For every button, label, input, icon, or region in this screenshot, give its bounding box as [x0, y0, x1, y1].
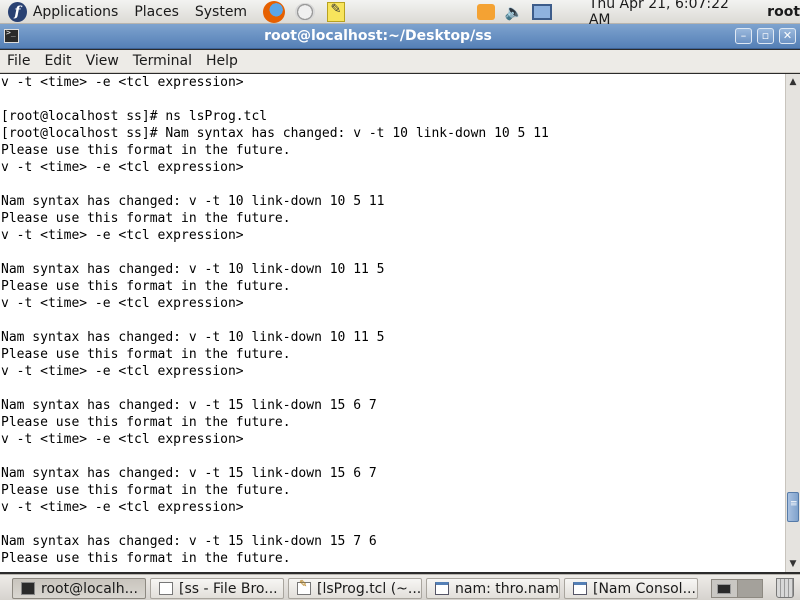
user-name[interactable]: root: [767, 4, 800, 20]
firefox-launcher[interactable]: [263, 0, 286, 23]
menu-terminal[interactable]: Terminal: [126, 53, 199, 69]
trash-icon[interactable]: [776, 578, 794, 598]
window-title: root@localhost:~/Desktop/ss: [264, 28, 492, 44]
rss-icon[interactable]: [475, 2, 497, 22]
terminal-line: Please use this format in the future.: [1, 143, 291, 158]
bottom-panel: root@localh... [ss - File Bro... [lsProg…: [0, 574, 800, 600]
window-icon: [573, 582, 587, 595]
terminal-line: Nam syntax has changed: v -t 10 link-dow…: [1, 262, 385, 277]
workspace-1[interactable]: [712, 580, 737, 597]
menu-places[interactable]: Places: [134, 4, 179, 20]
terminal-icon: [21, 582, 35, 595]
terminal-line: v -t <time> -e <tcl expression>: [1, 296, 244, 311]
terminal-line: Please use this format in the future.: [1, 415, 291, 430]
taskbar-item-label: [Nam Consol...: [593, 580, 696, 597]
taskbar-item-label: [lsProg.tcl (~...: [317, 580, 422, 597]
terminal-line: Nam syntax has changed: v -t 15 link-dow…: [1, 534, 377, 549]
scroll-thumb[interactable]: [787, 492, 799, 522]
terminal-line: [root@localhost ss]# Nam syntax has chan…: [1, 126, 549, 141]
menu-file[interactable]: File: [0, 53, 37, 69]
taskbar-item-text-editor[interactable]: [lsProg.tcl (~...: [288, 578, 422, 599]
menubar: File Edit View Terminal Help: [0, 50, 800, 73]
firefox-icon: [263, 0, 286, 23]
top-panel: f Applications Places System 🔈 Thu Apr 2…: [0, 0, 800, 28]
window-icon: [435, 582, 449, 595]
fedora-logo-icon[interactable]: f: [8, 1, 27, 22]
taskbar-item-label: root@localh...: [41, 580, 138, 597]
file-browser-icon: [159, 582, 173, 595]
terminal-line: v -t <time> -e <tcl expression>: [1, 364, 244, 379]
menu-help[interactable]: Help: [199, 53, 245, 69]
terminal-line: Nam syntax has changed: v -t 15 link-dow…: [1, 398, 377, 413]
taskbar-item-nam-console[interactable]: [Nam Consol...: [564, 578, 698, 599]
menu-edit[interactable]: Edit: [37, 53, 78, 69]
minimize-button[interactable]: –: [735, 28, 752, 44]
menu-system[interactable]: System: [195, 4, 247, 20]
window-titlebar[interactable]: root@localhost:~/Desktop/ss – ▫ ✕: [0, 24, 800, 49]
maximize-button[interactable]: ▫: [757, 28, 774, 44]
terminal-line: Nam syntax has changed: v -t 10 link-dow…: [1, 194, 385, 209]
mail-icon: [294, 2, 315, 21]
terminal-line: v -t <time> -e <tcl expression>: [1, 432, 244, 447]
scroll-up-arrow-icon[interactable]: ▲: [786, 75, 800, 89]
mail-launcher[interactable]: [294, 1, 317, 23]
terminal-icon: [717, 584, 731, 594]
taskbar-item-file-browser[interactable]: [ss - File Bro...: [150, 578, 284, 599]
workspace-switcher[interactable]: [711, 579, 763, 598]
terminal-line: v -t <time> -e <tcl expression>: [1, 160, 244, 175]
terminal-line: [root@localhost ss]# ns lsProg.tcl: [1, 109, 268, 124]
menu-applications[interactable]: Applications: [33, 4, 119, 20]
text-editor-icon: [297, 579, 311, 595]
terminal-line: Please use this format in the future.: [1, 347, 291, 362]
terminal-line: Please use this format in the future.: [1, 551, 291, 566]
terminal-line: Please use this format in the future.: [1, 483, 291, 498]
terminal-line: Please use this format in the future.: [1, 279, 291, 294]
menu-view[interactable]: View: [79, 53, 126, 69]
terminal-line: Nam syntax has changed: v -t 15 link-dow…: [1, 466, 377, 481]
scroll-down-arrow-icon[interactable]: ▼: [786, 557, 800, 571]
taskbar-item-terminal[interactable]: root@localh...: [12, 578, 146, 599]
terminal-line: Nam syntax has changed: v -t 10 link-dow…: [1, 330, 385, 345]
system-tray: 🔈: [475, 2, 559, 22]
taskbar-item-label: nam: thro.nam: [455, 580, 559, 597]
notes-icon: [326, 1, 345, 22]
taskbar-item-nam[interactable]: nam: thro.nam: [426, 578, 560, 599]
network-icon[interactable]: [531, 2, 553, 22]
notes-launcher[interactable]: [324, 1, 347, 23]
vertical-scrollbar[interactable]: ▲ ▼: [785, 74, 800, 572]
close-button[interactable]: ✕: [779, 28, 796, 44]
terminal-output[interactable]: v -t <time> -e <tcl expression> [root@lo…: [0, 74, 785, 572]
terminal-line: v -t <time> -e <tcl expression>: [1, 500, 244, 515]
terminal-line: v -t <time> -e <tcl expression>: [1, 75, 244, 90]
terminal-line: Please use this format in the future.: [1, 211, 291, 226]
terminal-line: v -t <time> -e <tcl expression>: [1, 228, 244, 243]
taskbar-item-label: [ss - File Bro...: [179, 580, 278, 597]
workspace-2[interactable]: [736, 580, 762, 597]
volume-icon[interactable]: 🔈: [503, 2, 525, 22]
